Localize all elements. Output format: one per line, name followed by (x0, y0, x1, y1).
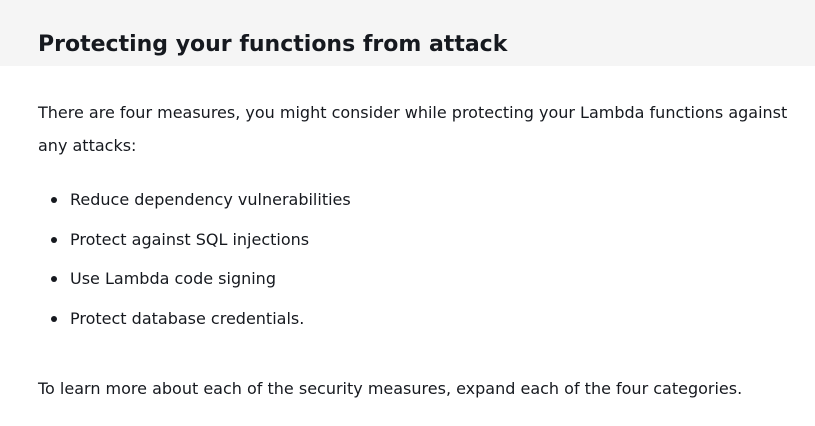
bullet-icon (51, 197, 57, 203)
list-item: Use Lambda code signing (38, 266, 798, 306)
list-item-label: Reduce dependency vulnerabilities (70, 190, 351, 209)
page-title: Protecting your functions from attack (38, 32, 508, 57)
outro-paragraph: To learn more about each of the security… (38, 379, 743, 398)
list-item: Reduce dependency vulnerabilities (38, 187, 798, 227)
list-item-label: Protect database credentials. (70, 308, 305, 328)
bullet-icon (51, 236, 57, 243)
list-item-label: Protect against SQL injections (70, 229, 310, 249)
list-item-label: Use Lambda code signing (70, 269, 276, 288)
intro-paragraph: There are four measures, you might consi… (38, 103, 788, 155)
list-item: Protect database credentials. (38, 306, 798, 346)
content-body: There are four measures, you might consi… (38, 96, 798, 345)
bullet-icon (51, 276, 57, 282)
measures-list: Reduce dependency vulnerabilities Protec… (38, 187, 798, 345)
bullet-icon (51, 315, 57, 322)
list-item: Protect against SQL injections (38, 227, 798, 267)
